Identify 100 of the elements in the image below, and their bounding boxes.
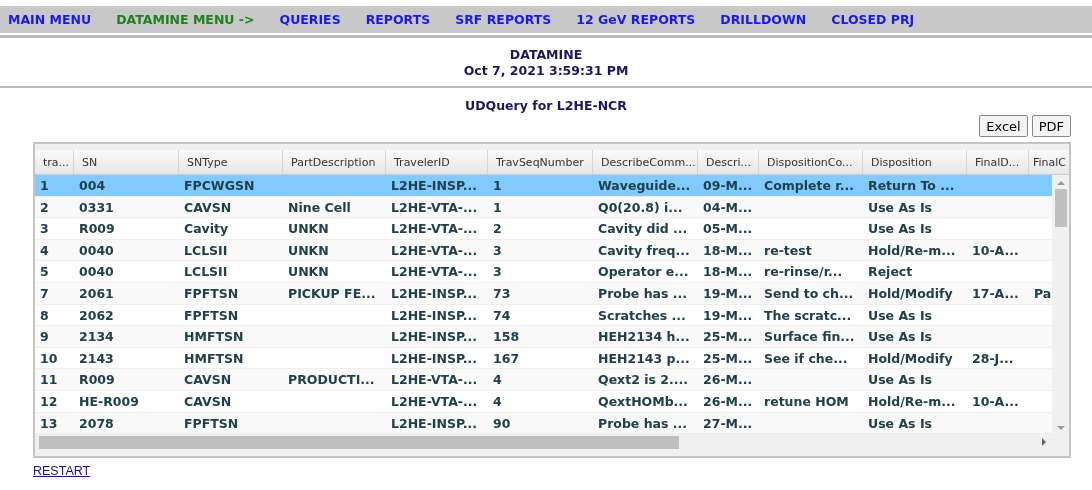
table-cell: retune HOM xyxy=(764,393,849,409)
menu-link[interactable]: 12 GeV REPORTS xyxy=(576,12,696,27)
table-cell: L2HE-VTA-... xyxy=(391,221,478,237)
column-header[interactable]: TravSeqNumber xyxy=(488,150,593,174)
column-header[interactable]: SNType xyxy=(179,150,283,174)
menu-link[interactable]: SRF REPORTS xyxy=(455,12,552,27)
table-cell: Pa xyxy=(1034,285,1052,301)
column-header[interactable]: SN xyxy=(74,150,179,174)
table-cell: 2143 xyxy=(79,350,114,366)
table-row[interactable]: 11 R009 CAVSN PRODUCTI... L2HE-VTA-... 4 Qext2 is 2.... 26-M... Use As Is xyxy=(35,369,1052,391)
table-row[interactable]: 7 2061 FPFTSN PICKUP FE... L2HE-INSP... 73 Probe has ... 19-M... Send to ch... Hold/Modify 17-A... Pa xyxy=(35,282,1052,305)
table-cell: re-test xyxy=(764,242,812,258)
table-cell: 1 xyxy=(493,178,502,193)
column-header[interactable]: FinalC xyxy=(1029,150,1069,174)
table-cell: UNKN xyxy=(288,221,329,237)
table-cell: 2 xyxy=(40,199,49,215)
table-cell: 4 xyxy=(493,393,502,409)
table-cell: Scratches ... xyxy=(598,307,686,323)
restart-link[interactable]: RESTART xyxy=(33,464,91,478)
table-cell: Return To ... xyxy=(868,178,955,193)
table-cell: CAVSN xyxy=(184,199,232,215)
table-cell: 18-M... xyxy=(703,242,753,258)
table-cell: 004 xyxy=(79,178,106,193)
table-cell: HMFTSN xyxy=(184,329,244,345)
table-cell: LCLSII xyxy=(184,242,228,258)
table-cell: FPFTSN xyxy=(184,285,239,301)
table-cell: Q0(20.8) i... xyxy=(598,199,683,215)
table-cell: 10-A... xyxy=(972,393,1019,409)
table-cell: Hold/Re-m... xyxy=(868,393,956,409)
table-cell: L2HE-VTA-... xyxy=(391,199,478,215)
table-cell: L2HE-INSP... xyxy=(391,178,478,193)
table-cell: 1 xyxy=(40,178,49,193)
table-cell: 09-M... xyxy=(703,178,753,193)
table-row[interactable]: 1 004 FPCWGSN L2HE-INSP... 1 Waveguide... 09-M... Complete r... Return To ... xyxy=(35,175,1052,197)
table-cell: Complete r... xyxy=(764,178,854,193)
table-cell: 7 xyxy=(40,285,49,301)
table-cell: See if che... xyxy=(764,350,848,366)
table-cell: 2062 xyxy=(79,307,114,323)
table-cell: 2134 xyxy=(79,329,114,345)
table-cell: FPCWGSN xyxy=(184,178,255,193)
table-cell: 2078 xyxy=(79,415,114,431)
menu-link[interactable]: MAIN MENU xyxy=(8,12,92,27)
table-row[interactable]: 13 2078 FPFTSN L2HE-INSP... 90 Probe has ... 27-M... Use As Is xyxy=(35,412,1052,435)
column-header[interactable]: PartDescription xyxy=(283,150,386,174)
column-header[interactable]: Disposition xyxy=(863,150,967,174)
menu-link[interactable]: REPORTS xyxy=(365,12,431,27)
export-button[interactable]: PDF xyxy=(1031,115,1071,137)
column-header[interactable]: tra... xyxy=(35,150,74,174)
table-row[interactable]: 5 0040 LCLSII UNKN L2HE-VTA-... 3 Operator e... 18-M... re-rinse/r... Reject xyxy=(35,261,1052,283)
table-cell: L2HE-VTA-... xyxy=(391,372,478,388)
column-header[interactable]: FinalD... xyxy=(967,150,1029,174)
table-cell: Hold/Modify xyxy=(868,350,953,366)
column-header[interactable]: Descri... xyxy=(698,150,759,174)
export-button[interactable]: Excel xyxy=(979,115,1028,137)
table-cell: FPFTSN xyxy=(184,307,239,323)
table-cell: 0331 xyxy=(79,199,114,215)
table-cell: Use As Is xyxy=(868,329,932,345)
table-cell: 1 xyxy=(493,199,502,215)
table-cell: Cavity xyxy=(184,221,229,237)
table-cell: Probe has ... xyxy=(598,285,688,301)
table-cell: The scratc... xyxy=(764,307,852,323)
table-cell: 10-A... xyxy=(972,242,1019,258)
table-row[interactable]: 12 HE-R009 CAVSN L2HE-VTA-... 4 QextHOMb... 26-M... retune HOM Hold/Re-m... 10-A... xyxy=(35,390,1052,413)
table-cell: 11 xyxy=(40,372,58,388)
table-cell: 90 xyxy=(493,415,511,431)
table-cell: 25-M... xyxy=(703,329,753,345)
table-cell: 28-J... xyxy=(972,350,1014,366)
table-cell: 73 xyxy=(493,285,511,301)
table-cell: Qext2 is 2.... xyxy=(598,372,688,388)
table-cell: 167 xyxy=(493,350,520,366)
table-row[interactable]: 4 0040 LCLSII UNKN L2HE-VTA-... 3 Cavity freq... 18-M... re-test Hold/Re-m... 10-A... xyxy=(35,239,1052,262)
table-cell: L2HE-VTA-... xyxy=(391,264,478,280)
menu-link[interactable]: QUERIES xyxy=(279,12,341,27)
column-header[interactable]: DispositionCo... xyxy=(759,150,863,174)
table-cell: 05-M... xyxy=(703,221,753,237)
table-cell: Use As Is xyxy=(868,415,932,431)
table-row[interactable]: 9 2134 HMFTSN L2HE-INSP... 158 HEH2134 h... 25-M... Surface fin... Use As Is xyxy=(35,326,1052,348)
column-header[interactable]: TravelerID xyxy=(386,150,488,174)
menu-link[interactable]: DRILLDOWN xyxy=(720,12,807,27)
table-cell: Hold/Modify xyxy=(868,285,953,301)
table-cell: Probe has ... xyxy=(598,415,688,431)
table-cell: HMFTSN xyxy=(184,350,244,366)
table-cell: QextHOMb... xyxy=(598,393,688,409)
table-row[interactable]: 2 0331 CAVSN Nine Cell L2HE-VTA-... 1 Q0(20.8) i... 04-M... Use As Is xyxy=(35,196,1052,219)
table-cell: HEH2143 p... xyxy=(598,350,690,366)
table-row[interactable]: 3 R009 Cavity UNKN L2HE-VTA-... 2 Cavity did ... 05-M... Use As Is xyxy=(35,218,1052,240)
table-cell: 13 xyxy=(40,415,58,431)
table-cell: Use As Is xyxy=(868,372,932,388)
menu-link[interactable]: CLOSED PRJ xyxy=(831,12,915,27)
table-cell: 19-M... xyxy=(703,307,753,323)
table-cell: L2HE-INSP... xyxy=(391,350,478,366)
table-cell: 9 xyxy=(40,329,49,345)
table-cell: R009 xyxy=(79,372,115,388)
table-cell: 4 xyxy=(40,242,49,258)
table-cell: Hold/Re-m... xyxy=(868,242,956,258)
column-header[interactable]: DescribeComm... xyxy=(593,150,698,174)
table-cell: L2HE-INSP... xyxy=(391,285,478,301)
table-cell: UNKN xyxy=(288,264,329,280)
table-cell: UNKN xyxy=(288,242,329,258)
table-cell: Cavity freq... xyxy=(598,242,690,258)
